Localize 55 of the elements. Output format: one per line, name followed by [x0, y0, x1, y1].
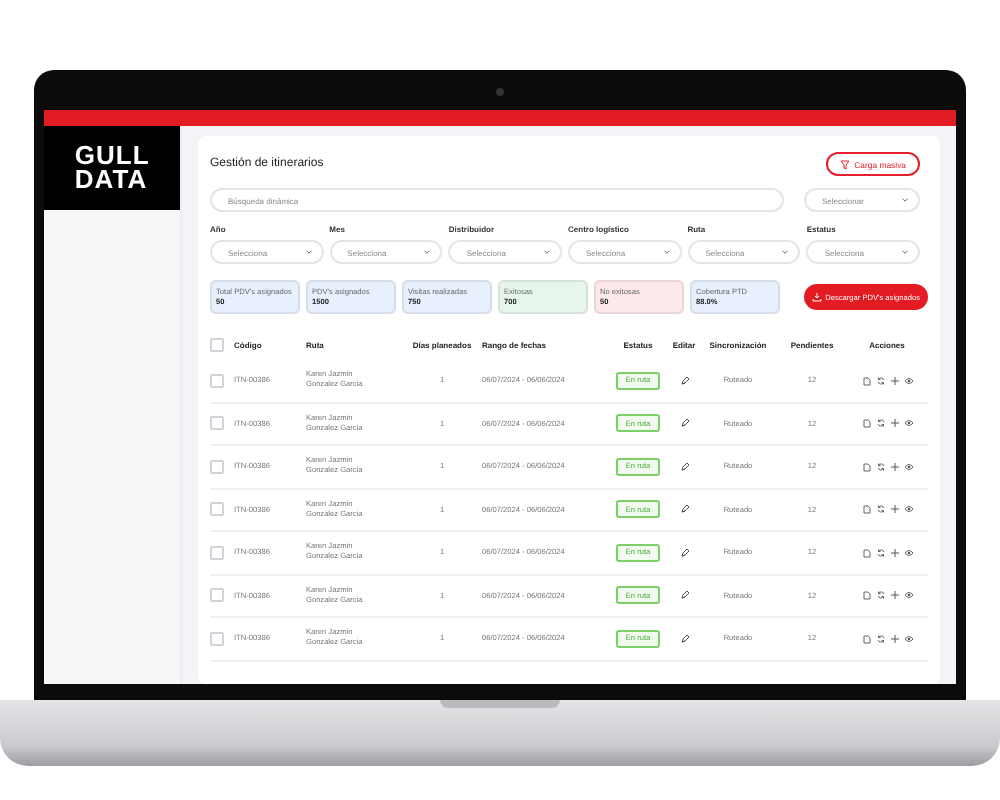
pencil-icon[interactable]: [679, 633, 689, 644]
sync-icon[interactable]: [875, 633, 885, 644]
caret-icon: [305, 250, 312, 254]
row-checkbox[interactable]: [210, 545, 224, 560]
caret-icon: [663, 250, 670, 254]
pencil-icon[interactable]: [679, 547, 689, 558]
document-icon[interactable]: [861, 504, 871, 515]
eye-icon[interactable]: [903, 375, 913, 386]
document-icon[interactable]: [861, 547, 871, 558]
sync-icon[interactable]: [875, 547, 885, 558]
eye-icon[interactable]: [903, 547, 913, 558]
pencil-icon[interactable]: [679, 375, 689, 386]
download-icon: [811, 292, 822, 302]
row-checkbox[interactable]: [210, 416, 224, 431]
plus-icon[interactable]: [889, 418, 899, 429]
document-icon[interactable]: [861, 633, 871, 644]
pencil-icon[interactable]: [679, 590, 689, 601]
camera-icon: [496, 88, 504, 96]
plus-icon[interactable]: [889, 504, 899, 515]
logo-text: GULL DATA: [74, 144, 150, 192]
sync-icon[interactable]: [875, 461, 885, 472]
row-checkbox[interactable]: [210, 631, 224, 646]
eye-icon[interactable]: [903, 633, 913, 644]
plus-icon[interactable]: [889, 633, 899, 644]
plus-icon[interactable]: [889, 590, 899, 601]
plus-icon[interactable]: [889, 547, 899, 558]
document-icon[interactable]: [861, 375, 871, 386]
caret-icon: [902, 250, 909, 254]
plus-icon[interactable]: [889, 375, 899, 386]
caret-icon: [544, 250, 551, 254]
row-checkbox[interactable]: [210, 459, 224, 474]
row-checkbox[interactable]: [210, 373, 224, 388]
caret-icon: [902, 198, 908, 202]
eye-icon[interactable]: [903, 461, 913, 472]
row-checkbox[interactable]: [210, 502, 224, 517]
row-checkbox[interactable]: [210, 588, 224, 603]
sync-icon[interactable]: [875, 590, 885, 601]
sync-icon[interactable]: [875, 375, 885, 386]
caret-icon: [424, 250, 431, 254]
select-all-checkbox[interactable]: [210, 338, 224, 352]
eye-icon[interactable]: [903, 504, 913, 515]
document-icon[interactable]: [861, 461, 871, 472]
laptop-notch: [440, 700, 560, 708]
document-icon[interactable]: [861, 418, 871, 429]
pencil-icon[interactable]: [679, 418, 689, 429]
eye-icon[interactable]: [903, 590, 913, 601]
pencil-icon[interactable]: [679, 461, 689, 472]
sync-icon[interactable]: [875, 504, 885, 515]
plus-icon[interactable]: [889, 461, 899, 472]
eye-icon[interactable]: [903, 418, 913, 429]
sync-icon[interactable]: [875, 418, 885, 429]
pencil-icon[interactable]: [679, 504, 689, 515]
filter-icon: [840, 159, 851, 169]
document-icon[interactable]: [861, 590, 871, 601]
caret-icon: [782, 250, 789, 254]
